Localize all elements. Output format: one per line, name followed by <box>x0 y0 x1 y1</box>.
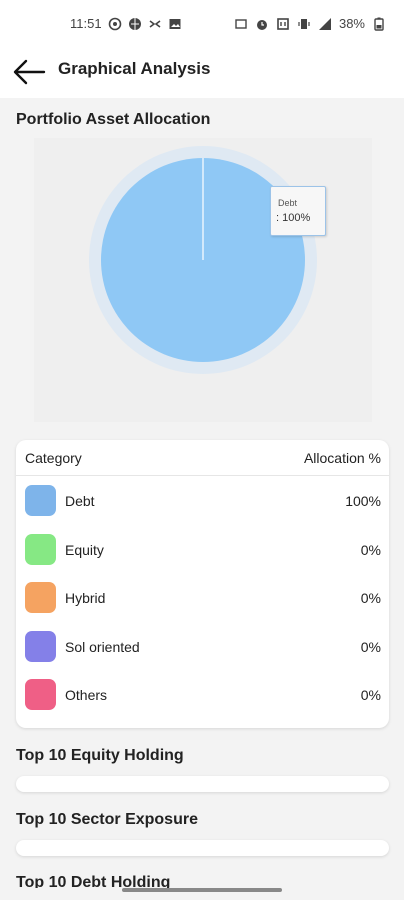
row-allocation: 0% <box>360 639 381 655</box>
table-row: Hybrid 0% <box>16 582 389 630</box>
battery-percent: 38% <box>338 16 365 31</box>
row-category: Equity <box>65 542 104 558</box>
row-category: Debt <box>65 493 95 509</box>
image-icon <box>169 18 181 29</box>
row-allocation: 0% <box>360 590 381 606</box>
equity-holding-title[interactable]: Top 10 Equity Holding <box>16 747 184 765</box>
sector-exposure-panel[interactable] <box>16 840 389 856</box>
color-swatch <box>25 582 56 613</box>
color-swatch <box>25 631 56 662</box>
table-row: Others 0% <box>16 679 389 727</box>
header-category: Category <box>25 450 82 466</box>
signal-icon <box>318 17 331 30</box>
row-allocation: 0% <box>360 687 381 703</box>
status-bar: 11:51 38% <box>0 0 404 46</box>
allocation-pie-chart <box>34 138 372 422</box>
equity-holding-panel[interactable] <box>16 776 389 792</box>
row-allocation: 0% <box>360 542 381 558</box>
status-right: 38% <box>234 16 386 31</box>
header-divider <box>16 475 389 476</box>
back-arrow-icon[interactable] <box>12 58 46 86</box>
debt-holding-title[interactable]: Top 10 Debt Holding <box>16 874 170 888</box>
row-category: Others <box>65 687 108 703</box>
row-category: Hybrid <box>65 590 106 606</box>
alarm-icon <box>256 19 267 30</box>
app-bar: Graphical Analysis <box>0 46 404 98</box>
header-allocation: Allocation % <box>303 450 381 466</box>
table-row: Debt 100% <box>16 485 389 533</box>
home-indicator[interactable] <box>122 888 282 892</box>
chart-tooltip: Debt : 100% <box>270 186 326 236</box>
color-swatch <box>25 485 56 516</box>
status-left: 11:51 <box>70 16 182 31</box>
color-swatch <box>25 679 56 710</box>
row-category: Sol oriented <box>65 639 140 655</box>
table-row: Sol oriented 0% <box>16 631 389 679</box>
status-time: 11:51 <box>70 16 102 31</box>
sector-exposure-title[interactable]: Top 10 Sector Exposure <box>16 811 198 829</box>
allocation-title: Portfolio Asset Allocation <box>16 111 211 128</box>
table-header: Category Allocation % <box>16 440 389 478</box>
vibrate-icon <box>298 18 310 29</box>
row-allocation: 100% <box>345 493 381 509</box>
tooltip-value: : 100% <box>276 212 311 224</box>
pie-svg <box>89 146 317 374</box>
page-title: Graphical Analysis <box>58 59 211 78</box>
color-swatch <box>25 534 56 565</box>
globe-icon <box>128 17 141 30</box>
table-row: Equity 0% <box>16 534 389 582</box>
battery-icon <box>374 17 384 31</box>
data-icon <box>235 18 247 29</box>
nfc-icon <box>277 17 289 30</box>
tooltip-name: Debt <box>278 198 298 208</box>
allocation-table: Category Allocation % Debt 100% Equity 0… <box>16 440 389 728</box>
link-icon <box>149 19 161 28</box>
whatsapp-icon <box>108 17 121 30</box>
